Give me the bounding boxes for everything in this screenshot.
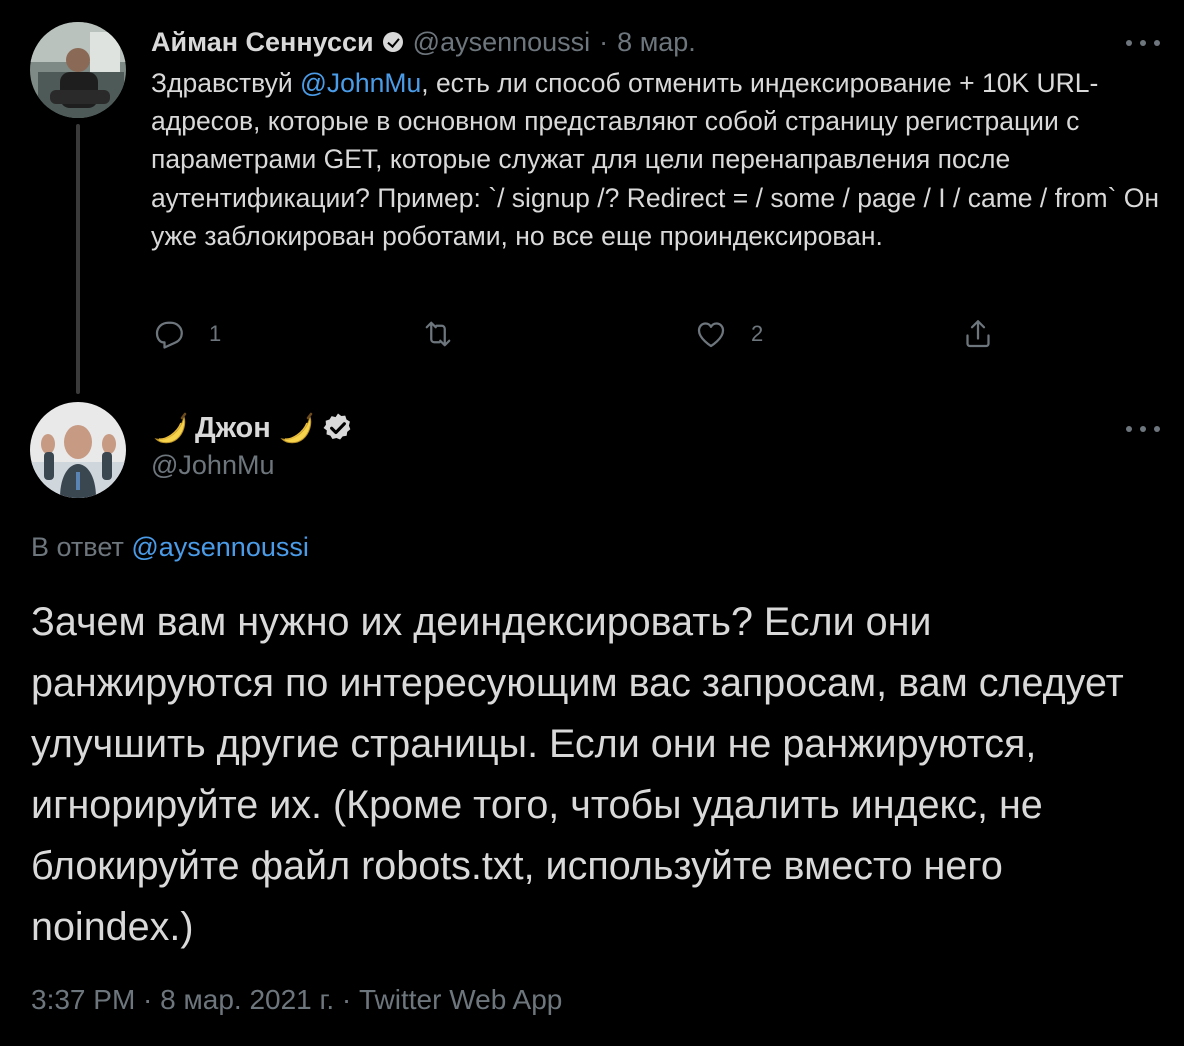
reply-icon	[155, 321, 183, 349]
author-handle[interactable]: @aysennoussi	[413, 27, 591, 58]
like-button[interactable]: 2	[693, 316, 763, 352]
author-avatar[interactable]	[30, 22, 126, 118]
share-icon	[966, 320, 990, 348]
like-icon	[697, 322, 725, 348]
retweet-button[interactable]	[420, 316, 478, 352]
reply-tweet-text: Зачем вам нужно их деиндексировать? Если…	[31, 600, 1124, 949]
reply-author-nameline[interactable]: Джон	[151, 408, 355, 448]
tweet-actions: 1 2	[0, 316, 1184, 356]
tweet-header: Айман Сеннусси @aysennoussi · 8 мар.	[151, 24, 696, 60]
reply-button[interactable]: 1	[151, 316, 221, 352]
banana-icon	[154, 412, 187, 444]
reply-prefix: В ответ	[31, 532, 124, 562]
retweet-icon	[425, 321, 451, 347]
banana-icon	[280, 412, 312, 444]
original-tweet: Айман Сеннусси @aysennoussi · 8 мар. Здр…	[0, 0, 1184, 400]
like-count: 2	[751, 321, 764, 346]
tweet-timestamp[interactable]: 3:37 PM · 8 мар. 2021 г. · Twitter Web A…	[31, 984, 562, 1016]
dot-separator: ·	[599, 26, 609, 57]
tweet-text-part: Здравствуй	[151, 68, 301, 98]
verified-badge-icon	[323, 413, 351, 440]
reply-tweet-header: Джон @JohnMu	[151, 408, 355, 481]
author-name[interactable]: Айман Сеннусси	[151, 27, 374, 58]
reply-author-handle[interactable]: @JohnMu	[151, 450, 355, 481]
mention-link[interactable]: @JohnMu	[300, 68, 421, 98]
reply-author-name[interactable]: Джон	[195, 412, 271, 445]
share-button[interactable]	[960, 316, 996, 352]
tweet-date[interactable]: 8 мар.	[617, 27, 696, 58]
more-icon[interactable]	[1126, 424, 1160, 434]
more-icon[interactable]	[1126, 38, 1160, 48]
reply-count: 1	[209, 321, 222, 346]
badge-icon	[382, 32, 403, 52]
reply-to-handle-link[interactable]: @aysennoussi	[131, 532, 309, 562]
reply-author-avatar[interactable]	[30, 402, 126, 498]
reply-context: В ответ @aysennoussi	[31, 532, 309, 563]
tweet-text: Здравствуй @JohnMu, есть ли способ отмен…	[151, 64, 1161, 255]
